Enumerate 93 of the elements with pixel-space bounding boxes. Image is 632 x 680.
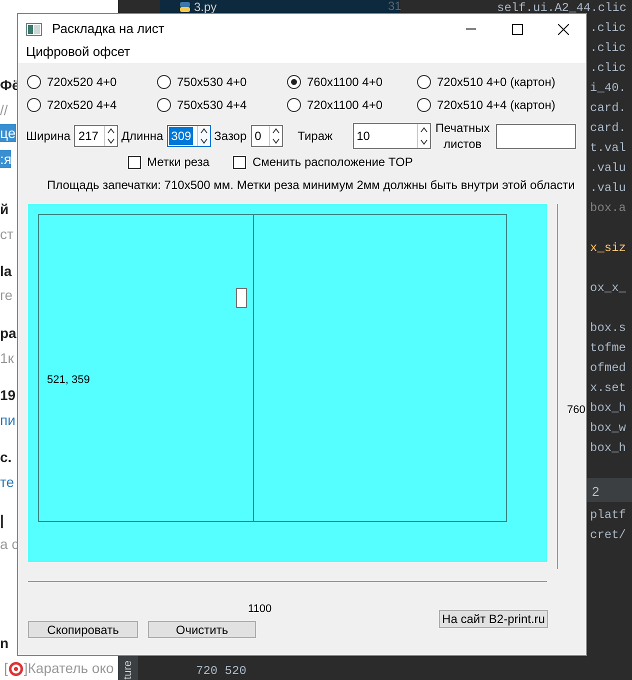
code-line: box_h [590,440,627,457]
spin-value: 10 [356,128,371,145]
app-icon [26,22,42,36]
code-line: i_40. [590,80,627,97]
field-label: Зазор [214,128,247,145]
radio-button[interactable] [417,75,431,89]
page-text: ]Каратель око [24,659,114,678]
field-label: Длинна [121,128,164,145]
window-title: Раскладка на лист [52,20,164,38]
spin-box[interactable]: 309 [167,125,212,147]
input-field[interactable] [496,124,576,148]
page-text: пи [0,411,16,429]
radio-label: 720x510 4+0 (картон) [437,74,556,91]
code-line: tofme [590,340,627,357]
page-text: n [0,634,9,652]
spin-value: 217 [77,128,100,145]
piece-size-label: 521, 359 [47,373,90,388]
radio-button[interactable] [417,98,431,112]
page-text: 1к [0,349,14,367]
field-label: Тираж [298,128,333,145]
spin-box[interactable]: 10 [352,123,431,149]
close-icon [558,24,568,34]
spin-box[interactable]: 0 [250,125,283,147]
radio-button[interactable] [287,98,301,112]
code-line: t.val [590,140,627,157]
code-line: .clic [590,60,627,77]
radio-button[interactable] [27,98,41,112]
code-line: x.set [590,380,627,397]
spin-value: 309 [169,127,194,145]
action-button[interactable]: Скопировать [28,621,138,638]
code-line: box_h [590,400,627,417]
code-line: box.a [590,200,627,217]
radio-label: 720x1100 4+0 [307,97,383,114]
page-text: | [0,511,4,529]
checkbox-label: Сменить расположение TOP [252,154,413,171]
marker[interactable] [236,288,247,308]
spin-value: 0 [254,128,262,145]
page-text: ст [0,225,14,243]
side-tab[interactable]: ture [118,656,138,680]
code-line: box.s [590,320,627,337]
action-button[interactable]: Очистить [148,621,256,638]
checkbox[interactable] [128,156,141,168]
page-text: й [0,200,9,218]
action-button[interactable]: На сайт B2-print.ru [439,610,548,628]
code-line: card. [590,120,627,137]
maximize-icon [512,24,522,34]
code-line: card. [590,100,627,117]
python-file-icon [180,2,190,12]
radio-button[interactable] [27,75,41,89]
radio-label: 760x1100 4+0 [307,74,383,91]
radio-label: 720x520 4+0 [47,74,117,91]
code-line: .valu [590,160,627,177]
page-text: :я [0,150,12,168]
info-text: Площадь запечатки: 710x500 мм. Метки реза минимум 2мм должны быть внутри этой области [47,177,576,194]
height-label: 760 [567,403,586,416]
page-text: те [0,473,14,491]
radio-button[interactable] [157,98,171,112]
radio-button[interactable] [157,75,171,89]
page-text: ра [0,324,16,342]
page-text: [ [4,659,8,678]
radio-label: 750x530 4+0 [177,74,247,91]
page-text: ге [0,286,13,304]
output-line: 720 520 [196,663,246,679]
page-text: la [0,262,12,280]
spin-box[interactable]: 217 [74,125,118,147]
width-label: 1100 [248,602,272,617]
field-label: Печатных листов [434,120,491,152]
code-line: ofmed [590,360,627,377]
terminal-line: cret/ [590,527,626,544]
checkbox-label: Метки реза [147,154,210,171]
code-line: x_siz [590,240,627,257]
page-text: це [0,124,16,142]
checkbox[interactable] [233,156,246,168]
line-number: 31 [388,0,402,13]
terminal-line: platf [590,507,626,524]
code-line: ox_x_ [590,280,627,297]
radio-label: 720x510 4+4 (картон) [437,97,556,114]
code-line: .clic [590,40,627,57]
code-line: .valu [590,180,627,197]
page-text: 19 [0,386,16,404]
radio-button[interactable] [287,75,301,89]
radio-label: 720x520 4+4 [47,97,117,114]
field-label: Ширина [26,128,70,145]
radio-label: 750x530 4+4 [177,97,247,114]
page-text: с. [0,448,12,466]
tab-title: 2 [592,483,600,501]
page-text: // [0,101,8,119]
code-line: box_w [590,420,627,437]
target-icon [8,660,24,676]
code-line: self.ui.A2_44.clic [497,0,627,17]
code-line: .clic [590,20,627,37]
menu-item[interactable]: Цифровой офсет [26,44,130,60]
terminal-tab-bar [587,478,632,502]
